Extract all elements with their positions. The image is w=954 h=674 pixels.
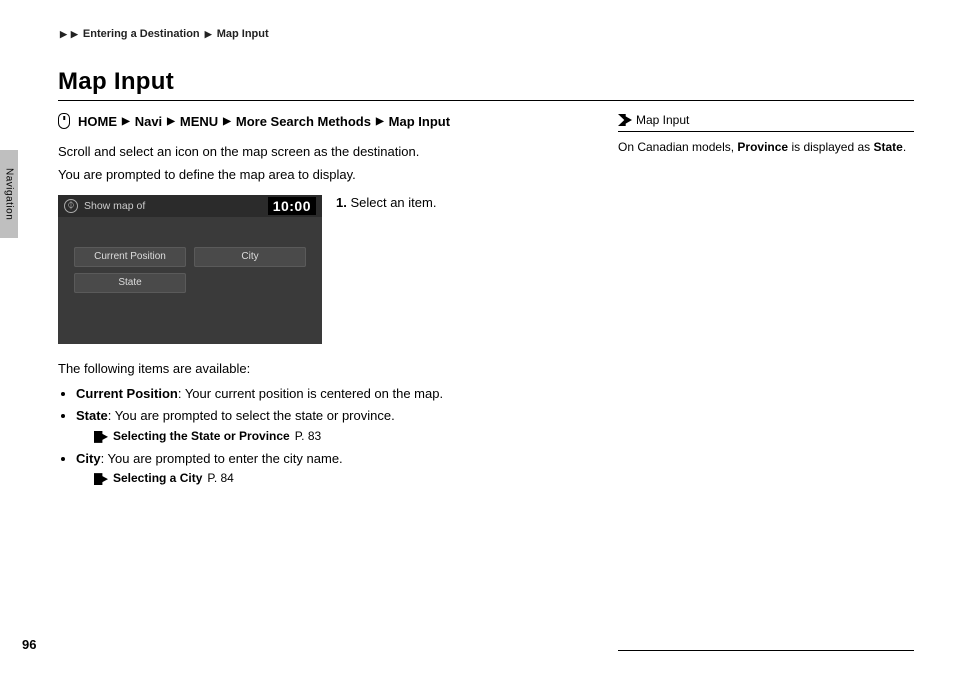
nav-path-item: HOME [78, 114, 117, 129]
nav-path: HOME ▶ Navi ▶ MENU ▶ More Search Methods… [58, 113, 578, 129]
available-header: The following items are available: [58, 360, 578, 379]
intro-text: You are prompted to define the map area … [58, 166, 578, 185]
crossref: Selecting the State or Province P. 83 [94, 428, 578, 445]
crossref: Selecting a City P. 84 [94, 470, 578, 487]
crossref-text: Selecting the State or Province [113, 428, 290, 445]
nav-path-item: More Search Methods [236, 114, 371, 129]
list-item: City: You are prompted to enter the city… [76, 450, 578, 488]
triangle-icon: ▶ [205, 29, 212, 39]
voice-icon: ⏀ [64, 199, 78, 213]
crossref-icon [94, 431, 108, 443]
screenshot-button-current-position: Current Position [74, 247, 186, 267]
list-item: Current Position: Your current position … [76, 385, 578, 404]
note-title: Map Input [636, 113, 689, 127]
breadcrumb-item: Map Input [217, 28, 269, 40]
triangle-icon: ▶ [167, 116, 175, 127]
item-text: : You are prompted to select the state o… [108, 408, 395, 423]
device-screenshot: ⏀ Show map of 10:00 Current Position Cit… [58, 195, 322, 344]
item-label: City [76, 451, 101, 466]
nav-path-item: Map Input [389, 114, 450, 129]
note-bold: State [874, 140, 903, 154]
triangle-icon: ▶ [122, 116, 130, 127]
note-text: On Canadian models, [618, 140, 737, 154]
note-body: On Canadian models, Province is displaye… [618, 131, 914, 156]
step-number: 1. [336, 195, 347, 210]
crossref-icon [94, 473, 108, 485]
note-text: . [903, 140, 906, 154]
nav-path-item: Navi [135, 114, 162, 129]
main-column: HOME ▶ Navi ▶ MENU ▶ More Search Methods… [58, 113, 578, 651]
item-text: : You are prompted to enter the city nam… [101, 451, 343, 466]
triangle-icon: ▶ [71, 29, 78, 39]
intro-text: Scroll and select an icon on the map scr… [58, 143, 578, 162]
note-icon [618, 114, 632, 126]
screenshot-title: Show map of [84, 200, 145, 212]
triangle-icon: ▶ [376, 116, 384, 127]
screenshot-button-city: City [194, 247, 306, 267]
nav-path-item: MENU [180, 114, 218, 129]
screenshot-button-state: State [74, 273, 186, 293]
list-item: State: You are prompted to select the st… [76, 407, 578, 445]
item-text: : Your current position is centered on t… [178, 386, 443, 401]
crossref-page: P. 83 [295, 428, 321, 445]
crossref-page: P. 84 [207, 470, 233, 487]
item-label: Current Position [76, 386, 178, 401]
page-number: 96 [22, 637, 36, 652]
mouse-icon [58, 113, 70, 129]
breadcrumb-item: Entering a Destination [83, 28, 200, 40]
note-text: is displayed as [788, 140, 873, 154]
crossref-text: Selecting a City [113, 470, 202, 487]
triangle-icon: ▶ [223, 116, 231, 127]
breadcrumb: ▶ ▶ Entering a Destination ▶ Map Input [58, 28, 914, 40]
step-label: Select an item. [347, 195, 437, 210]
triangle-icon: ▶ [60, 29, 67, 39]
page-title: Map Input [58, 68, 914, 101]
note-bold: Province [737, 140, 788, 154]
sidebar-column: Map Input On Canadian models, Province i… [618, 113, 914, 651]
step-text: 1. Select an item. [336, 195, 436, 344]
screenshot-clock: 10:00 [268, 197, 316, 215]
item-label: State [76, 408, 108, 423]
